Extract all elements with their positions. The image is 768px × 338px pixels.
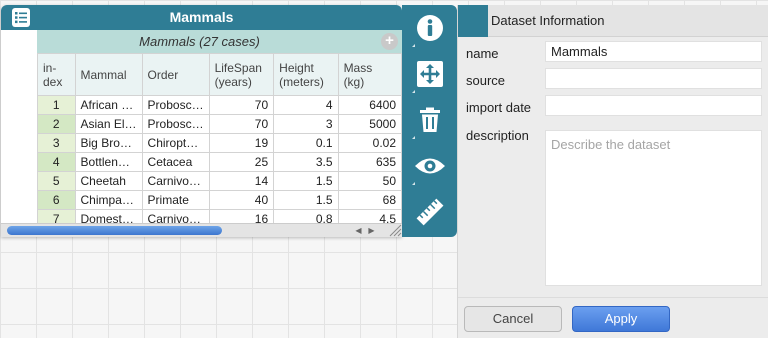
- cancel-button[interactable]: Cancel: [464, 306, 562, 332]
- panel-header: Dataset Information: [458, 5, 768, 37]
- cell-mammal[interactable]: Asian El…: [74, 114, 143, 134]
- table-row[interactable]: 1 African … Probosc… 70 4 6400: [37, 95, 402, 115]
- name-label: name: [466, 46, 499, 61]
- cell-mass[interactable]: 0.02: [337, 133, 402, 153]
- tool-menu-indicator-icon: [409, 44, 415, 47]
- column-header-mass[interactable]: Mass (kg): [337, 53, 402, 96]
- source-field[interactable]: [545, 68, 762, 89]
- inspector-toolbar: [402, 5, 457, 237]
- table-title: Mammals: [169, 9, 234, 25]
- panel-accent-swatch: [458, 5, 488, 37]
- eye-icon: [414, 158, 445, 174]
- cell-lifespan[interactable]: 14: [208, 171, 275, 191]
- row-index[interactable]: 2: [37, 114, 76, 134]
- panel-title: Dataset Information: [491, 13, 605, 28]
- column-header-height[interactable]: Height (meters): [273, 53, 339, 96]
- column-header-mammal[interactable]: Mammal: [74, 53, 143, 96]
- apply-button[interactable]: Apply: [572, 306, 670, 332]
- tool-menu-indicator-icon: [409, 182, 415, 185]
- cell-mammal[interactable]: Chimpa…: [74, 190, 143, 210]
- info-tool-button[interactable]: [402, 5, 457, 51]
- cell-mass[interactable]: 6400: [337, 95, 402, 115]
- table-list-icon[interactable]: [12, 8, 30, 27]
- cell-order[interactable]: Chiropt…: [141, 133, 210, 153]
- import-date-label: import date: [466, 100, 532, 115]
- cell-lifespan[interactable]: 19: [208, 133, 275, 153]
- cell-order[interactable]: Probosc…: [141, 95, 210, 115]
- source-label: source: [466, 73, 506, 88]
- cell-order[interactable]: Probosc…: [141, 114, 210, 134]
- cell-mammal[interactable]: Big Bro…: [74, 133, 143, 153]
- info-icon: [416, 15, 443, 41]
- cell-height[interactable]: 0.1: [273, 133, 339, 153]
- scroll-right-icon[interactable]: ▶: [366, 225, 377, 236]
- cell-lifespan[interactable]: 70: [208, 114, 275, 134]
- cell-order[interactable]: Carnivo…: [141, 171, 210, 191]
- trash-icon: [419, 107, 440, 132]
- data-grid: in- dex Mammal Order LifeSpan (years) He…: [37, 53, 402, 229]
- cell-mass[interactable]: 635: [337, 152, 402, 172]
- import-date-field[interactable]: [545, 95, 762, 116]
- collection-label: Mammals (27 cases): [139, 34, 260, 49]
- cell-mammal[interactable]: Bottlen…: [74, 152, 143, 172]
- cell-mass[interactable]: 68: [337, 190, 402, 210]
- column-header-index[interactable]: in- dex: [37, 53, 76, 96]
- table-row[interactable]: 4 Bottlen… Cetacea 25 3.5 635: [37, 152, 402, 172]
- arrange-icon: [416, 61, 443, 87]
- add-attribute-icon[interactable]: +: [381, 33, 398, 50]
- panel-button-bar: Cancel Apply: [458, 297, 768, 338]
- table-row[interactable]: 5 Cheetah Carnivo… 14 1.5 50: [37, 171, 402, 191]
- scroll-left-icon[interactable]: ◀: [353, 225, 364, 236]
- cell-mass[interactable]: 50: [337, 171, 402, 191]
- ruler-tool-button[interactable]: [402, 189, 457, 235]
- cell-height[interactable]: 3.5: [273, 152, 339, 172]
- trash-tool-button[interactable]: [402, 97, 457, 143]
- row-index[interactable]: 6: [37, 190, 76, 210]
- cell-mammal[interactable]: Cheetah: [74, 171, 143, 191]
- collection-header: Mammals (27 cases) +: [37, 30, 402, 53]
- ruler-icon: [416, 198, 443, 226]
- column-header-order[interactable]: Order: [141, 53, 210, 96]
- case-table: Mammals Mammals (27 cases) + in- dex Mam…: [1, 5, 402, 237]
- description-field[interactable]: [545, 130, 762, 286]
- table-left-gutter: [1, 30, 37, 230]
- cell-lifespan[interactable]: 70: [208, 95, 275, 115]
- cell-lifespan[interactable]: 25: [208, 152, 275, 172]
- tool-menu-indicator-icon: [409, 136, 415, 139]
- description-label: description: [466, 128, 529, 143]
- cell-height[interactable]: 3: [273, 114, 339, 134]
- visibility-tool-button[interactable]: [402, 143, 457, 189]
- name-field[interactable]: [545, 41, 762, 62]
- table-row[interactable]: 2 Asian El… Probosc… 70 3 5000: [37, 114, 402, 134]
- row-index[interactable]: 1: [37, 95, 76, 115]
- cell-height[interactable]: 4: [273, 95, 339, 115]
- cell-order[interactable]: Cetacea: [141, 152, 210, 172]
- row-index[interactable]: 3: [37, 133, 76, 153]
- table-title-bar[interactable]: Mammals: [1, 5, 402, 30]
- row-index[interactable]: 4: [37, 152, 76, 172]
- row-index[interactable]: 5: [37, 171, 76, 191]
- table-row[interactable]: 3 Big Bro… Chiropt… 19 0.1 0.02: [37, 133, 402, 153]
- resize-handle-icon[interactable]: [386, 223, 402, 237]
- dataset-info-panel: Dataset Information name source import d…: [457, 5, 768, 338]
- arrange-tool-button[interactable]: [402, 51, 457, 97]
- cell-height[interactable]: 1.5: [273, 190, 339, 210]
- tool-menu-indicator-icon: [409, 90, 415, 93]
- cell-mass[interactable]: 5000: [337, 114, 402, 134]
- cell-mammal[interactable]: African …: [74, 95, 143, 115]
- column-header-lifespan[interactable]: LifeSpan (years): [208, 53, 275, 96]
- horizontal-scrollbar[interactable]: ◀ ▶: [1, 223, 402, 237]
- cell-order[interactable]: Primate: [141, 190, 210, 210]
- scrollbar-thumb[interactable]: [7, 226, 222, 235]
- cell-lifespan[interactable]: 40: [208, 190, 275, 210]
- cell-height[interactable]: 1.5: [273, 171, 339, 191]
- table-row[interactable]: 6 Chimpa… Primate 40 1.5 68: [37, 190, 402, 210]
